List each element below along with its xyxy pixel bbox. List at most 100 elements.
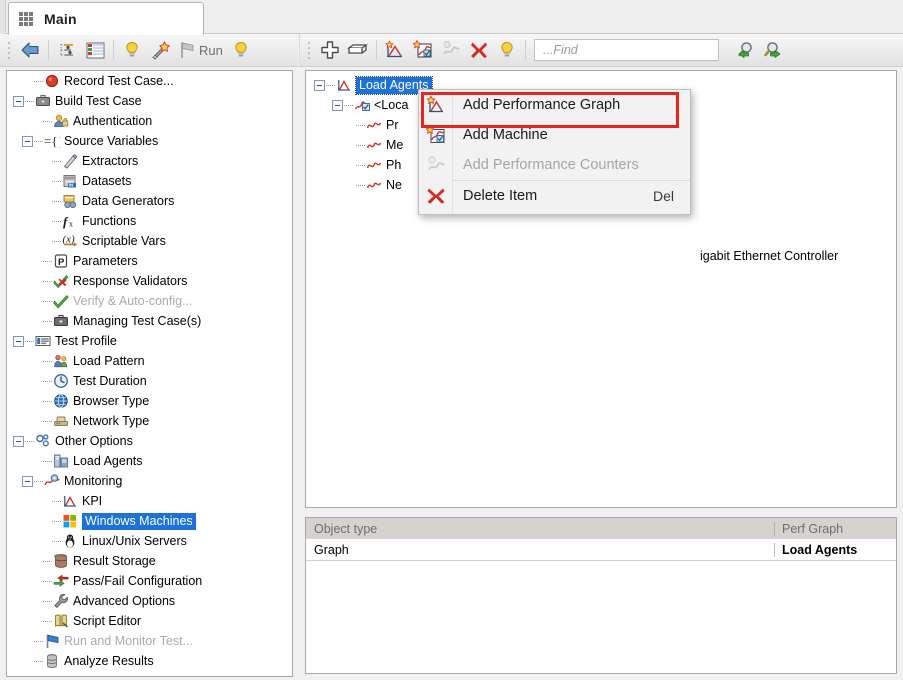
menu-item-add-machine[interactable]: Add Machine [419,120,690,150]
sidebar-item-scriptable-vars[interactable]: (x) Scriptable Vars [7,231,292,251]
sidebar-item-response-validators[interactable]: Response Validators [7,271,292,291]
functions-icon: fx [62,213,78,229]
sidebar-item-authentication[interactable]: Authentication [7,111,292,131]
sidebar-item-monitoring[interactable]: Monitoring [7,471,292,491]
sidebar-item-advanced-options[interactable]: Advanced Options [7,591,292,611]
response-validators-icon [53,273,69,289]
run-button[interactable]: Run [174,37,227,63]
tree-connector [34,140,43,142]
toolbar-right: ...Find [299,34,903,67]
hint-bulb-button-2[interactable] [227,37,255,63]
tree-node-counter-label: Ne [386,178,402,192]
red-x-icon [419,186,453,206]
properties-grid-row[interactable]: Graph Load Agents [306,539,896,560]
navigation-tree[interactable]: Record Test Case... Build Test Case Authen… [6,70,293,677]
expander-collapse-icon[interactable] [13,335,24,347]
sidebar-item-label: KPI [82,494,103,508]
magic-wand-button[interactable] [146,37,174,63]
wrench-icon [53,593,69,609]
expander-collapse-icon[interactable] [22,135,33,147]
sidebar-item-kpi[interactable]: KPI [7,491,292,511]
perf-graph-add-icon [385,40,402,58]
sidebar-item-other-options[interactable]: Other Options [7,431,292,451]
sidebar-item-linux-unix-servers[interactable]: Linux/Unix Servers [7,531,292,551]
rename-item-button[interactable] [344,37,372,63]
menu-item-delete-item[interactable]: Delete Item Del [419,181,690,211]
clock-icon [53,373,69,389]
sidebar-item-label: Analyze Results [64,654,154,668]
delete-item-button[interactable] [465,37,493,63]
tree-connector [52,220,61,222]
tree-connector [43,580,52,582]
sidebar-item-functions[interactable]: f x Functions [7,211,292,231]
analyze-results-icon [44,653,60,669]
tree-connector [43,380,52,382]
application-window: Main Run ...Find Record Test Case... Bui… [0,0,903,680]
expander-collapse-icon[interactable] [332,99,343,111]
wave-icon [366,157,382,173]
sidebar-item-extractors[interactable]: Extractors [7,151,292,171]
context-menu[interactable]: Add Performance Graph Add Machine Add Pe… [418,89,691,215]
sidebar-item-analyze-results[interactable]: Analyze Results [7,651,292,671]
tree-settings-button[interactable] [53,37,81,63]
expander-collapse-icon[interactable] [13,435,24,447]
sidebar-item-source-variables[interactable]: ={} Source Variables [7,131,292,151]
sidebar-item-label: Linux/Unix Servers [82,534,187,548]
red-x-icon [471,42,487,58]
sidebar-item-parameters[interactable]: P Parameters [7,251,292,271]
sidebar-item-pass-fail-configuration[interactable]: Pass/Fail Configuration [7,571,292,591]
sidebar-item-label: Datasets [82,174,132,188]
properties-grid[interactable]: Object type Perf Graph Graph Load Agents [305,517,897,674]
menu-item-add-performance-graph-label: Add Performance Graph [463,97,621,113]
sidebar-item-network-type[interactable]: Network Type [7,411,292,431]
monitoring-icon [44,473,60,489]
tree-connector [344,104,353,106]
sidebar-item-label: Run and Monitor Test... [64,634,194,648]
add-item-button[interactable] [316,37,344,63]
sidebar-item-test-duration[interactable]: Test Duration [7,371,292,391]
properties-grid-header: Object type Perf Graph [306,518,896,539]
sidebar-item-datasets[interactable]: IN Datasets [7,171,292,191]
find-input[interactable]: ...Find [534,39,719,61]
hint-bulb-button-1[interactable] [118,37,146,63]
tree-connector [52,160,61,162]
sidebar-item-data-generators[interactable]: Data Generators [7,191,292,211]
expander-collapse-icon[interactable] [314,79,325,91]
sidebar-item-load-agents[interactable]: Load Agents [7,451,292,471]
run-button-label: Run [199,42,223,58]
expander-collapse-icon[interactable] [13,95,24,107]
sidebar-item-script-editor[interactable]: Script Editor [7,611,292,631]
sidebar-item-verify-auto-config[interactable]: Verify & Auto-config... [7,291,292,311]
add-performance-graph-button[interactable] [381,37,409,63]
sidebar-item-load-pattern[interactable]: Load Pattern [7,351,292,371]
list-grid-button[interactable] [81,37,109,63]
tree-connector [52,500,61,502]
tree-connector [43,280,52,282]
menu-item-add-performance-graph[interactable]: Add Performance Graph [419,90,690,120]
sidebar-item-managing-test-case-s[interactable]: Managing Test Case(s) [7,311,292,331]
sidebar-item-windows-machines[interactable]: Windows Machines [7,511,292,531]
tree-connector [52,180,61,182]
properties-grid-divider [306,560,896,561]
sidebar-item-result-storage[interactable]: Result Storage [7,551,292,571]
toolbar-right-gripper[interactable] [305,40,313,60]
toolbar-left-gripper[interactable] [5,40,13,60]
add-performance-counters-button[interactable] [437,37,465,63]
toolbar-separator-1 [48,40,49,60]
add-machine-button[interactable] [409,37,437,63]
tab-main[interactable]: Main [8,2,204,35]
machine-add-icon [412,40,432,58]
find-previous-button[interactable] [731,37,759,63]
sidebar-item-record-test-case[interactable]: Record Test Case... [7,71,292,91]
expander-collapse-icon[interactable] [22,475,33,487]
hint-bulb-button-3[interactable] [493,37,521,63]
lightbulb-icon [126,41,138,57]
tree-connector [43,600,52,602]
find-next-button[interactable] [759,37,787,63]
sidebar-item-run-and-monitor-test[interactable]: Run and Monitor Test... [7,631,292,651]
sidebar-item-test-profile[interactable]: Test Profile [7,331,292,351]
sidebar-item-browser-type[interactable]: Browser Type [7,391,292,411]
tree-connector [356,124,365,126]
sidebar-item-build-test-case[interactable]: Build Test Case [7,91,292,111]
back-arrow-button[interactable] [16,37,44,63]
